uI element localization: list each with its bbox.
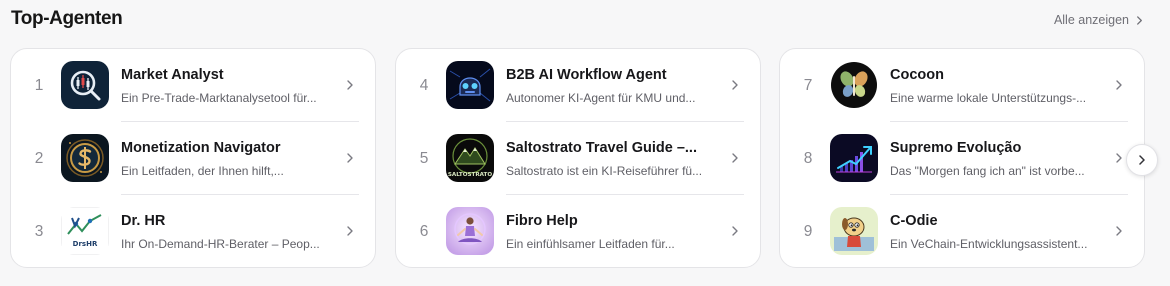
agent-name: B2B AI Workflow Agent	[506, 67, 667, 83]
agent-name: Fibro Help	[506, 213, 578, 229]
agent-name: Market Analyst	[121, 67, 224, 83]
agent-card-3: 7 Cocoon Eine warme lokale Unterstützung…	[779, 48, 1145, 268]
agent-name: Cocoon	[890, 67, 944, 83]
agent-row[interactable]: 9 C-Odie Ein VeChain-Entwicklungsassiste…	[780, 195, 1144, 268]
saltostrato-mountain-icon: SALTOSTRATO	[446, 134, 494, 182]
agent-name: Dr. HR	[121, 213, 166, 229]
agent-rank: 9	[803, 222, 813, 240]
agent-description: Ein VeChain-Entwicklungsassistent...	[890, 237, 1088, 251]
agent-name: Supremo Evolução	[890, 140, 1022, 156]
agent-rank: 4	[419, 76, 429, 94]
agent-row[interactable]: 5 SALTOSTRATO Saltostrato Travel Guide –…	[396, 122, 760, 195]
agent-row[interactable]: 2 Monetization Navigator Ein Leitfaden, …	[11, 122, 375, 195]
chevron-right-icon	[1114, 152, 1124, 164]
chevron-right-icon	[1137, 15, 1142, 25]
see-all-label: Alle anzeigen	[1053, 13, 1129, 27]
agent-row[interactable]: 7 Cocoon Eine warme lokale Unterstützung…	[780, 49, 1144, 122]
svg-text:SALTOSTRATO: SALTOSTRATO	[448, 172, 492, 178]
chevron-right-icon	[1139, 155, 1145, 165]
agent-card-2: 4 B2B AI Workflow Agent Autonomer KI-Age…	[395, 48, 761, 268]
market-analyst-icon	[61, 61, 109, 109]
section-title: Top-Agenten	[11, 8, 123, 29]
chevron-right-icon	[730, 225, 740, 237]
agent-rank: 1	[34, 76, 44, 94]
agent-row[interactable]: 8 Supremo Evolução Das "Morgen fang ich …	[780, 122, 1144, 195]
chevron-right-icon	[1114, 79, 1124, 91]
agent-name: Monetization Navigator	[121, 140, 281, 156]
agent-row[interactable]: 1 Market Analyst Ein Pre-Trade-Marktanal…	[11, 49, 375, 122]
chevron-right-icon	[345, 152, 355, 164]
agent-description: Das "Morgen fang ich an" ist vorbe...	[890, 164, 1085, 178]
agent-rank: 3	[34, 222, 44, 240]
agent-description: Ihr On-Demand-HR-Berater – Peop...	[121, 237, 320, 251]
agent-description: Ein Leitfaden, der Ihnen hilft,...	[121, 164, 284, 178]
cartoon-dog-icon	[830, 207, 878, 255]
meditation-figure-icon	[446, 207, 494, 255]
chevron-right-icon	[730, 152, 740, 164]
agent-rank: 8	[803, 149, 813, 167]
butterfly-icon	[830, 61, 878, 109]
dollar-coin-icon	[61, 134, 109, 182]
dr-hr-logo-icon: DrsHR	[61, 207, 109, 255]
agent-rank: 6	[419, 222, 429, 240]
agent-description: Eine warme lokale Unterstützungs-...	[890, 91, 1087, 105]
chevron-right-icon	[1114, 225, 1124, 237]
agent-name: Saltostrato Travel Guide –...	[506, 140, 697, 156]
svg-text:DrsHR: DrsHR	[73, 240, 98, 248]
agent-row[interactable]: 6 Fibro Help Ein einfühlsamer Leitfaden …	[396, 195, 760, 268]
agent-rank: 5	[419, 149, 429, 167]
chevron-right-icon	[345, 225, 355, 237]
agent-description: Saltostrato ist ein KI-Reiseführer fü...	[506, 164, 703, 178]
rising-chart-icon	[830, 134, 878, 182]
carousel-next-button[interactable]	[1126, 144, 1158, 176]
see-all-link[interactable]: Alle anzeigen	[1054, 13, 1144, 27]
agent-card-1: 1 Market Analyst Ein Pre-Trade-Marktanal…	[10, 48, 376, 268]
agent-description: Ein Pre-Trade-Marktanalysetool für...	[121, 91, 317, 105]
robot-head-icon	[446, 61, 494, 109]
chevron-right-icon	[730, 79, 740, 91]
agent-name: C-Odie	[890, 213, 938, 229]
agent-rank: 7	[803, 76, 813, 94]
agent-row[interactable]: 4 B2B AI Workflow Agent Autonomer KI-Age…	[396, 49, 760, 122]
agent-row[interactable]: 3 DrsHR Dr. HR Ihr On-Demand-HR-Berater …	[11, 195, 375, 268]
agent-description: Ein einfühlsamer Leitfaden für...	[506, 237, 675, 251]
chevron-right-icon	[345, 79, 355, 91]
agent-rank: 2	[34, 149, 44, 167]
agent-description: Autonomer KI-Agent für KMU und...	[506, 91, 696, 105]
